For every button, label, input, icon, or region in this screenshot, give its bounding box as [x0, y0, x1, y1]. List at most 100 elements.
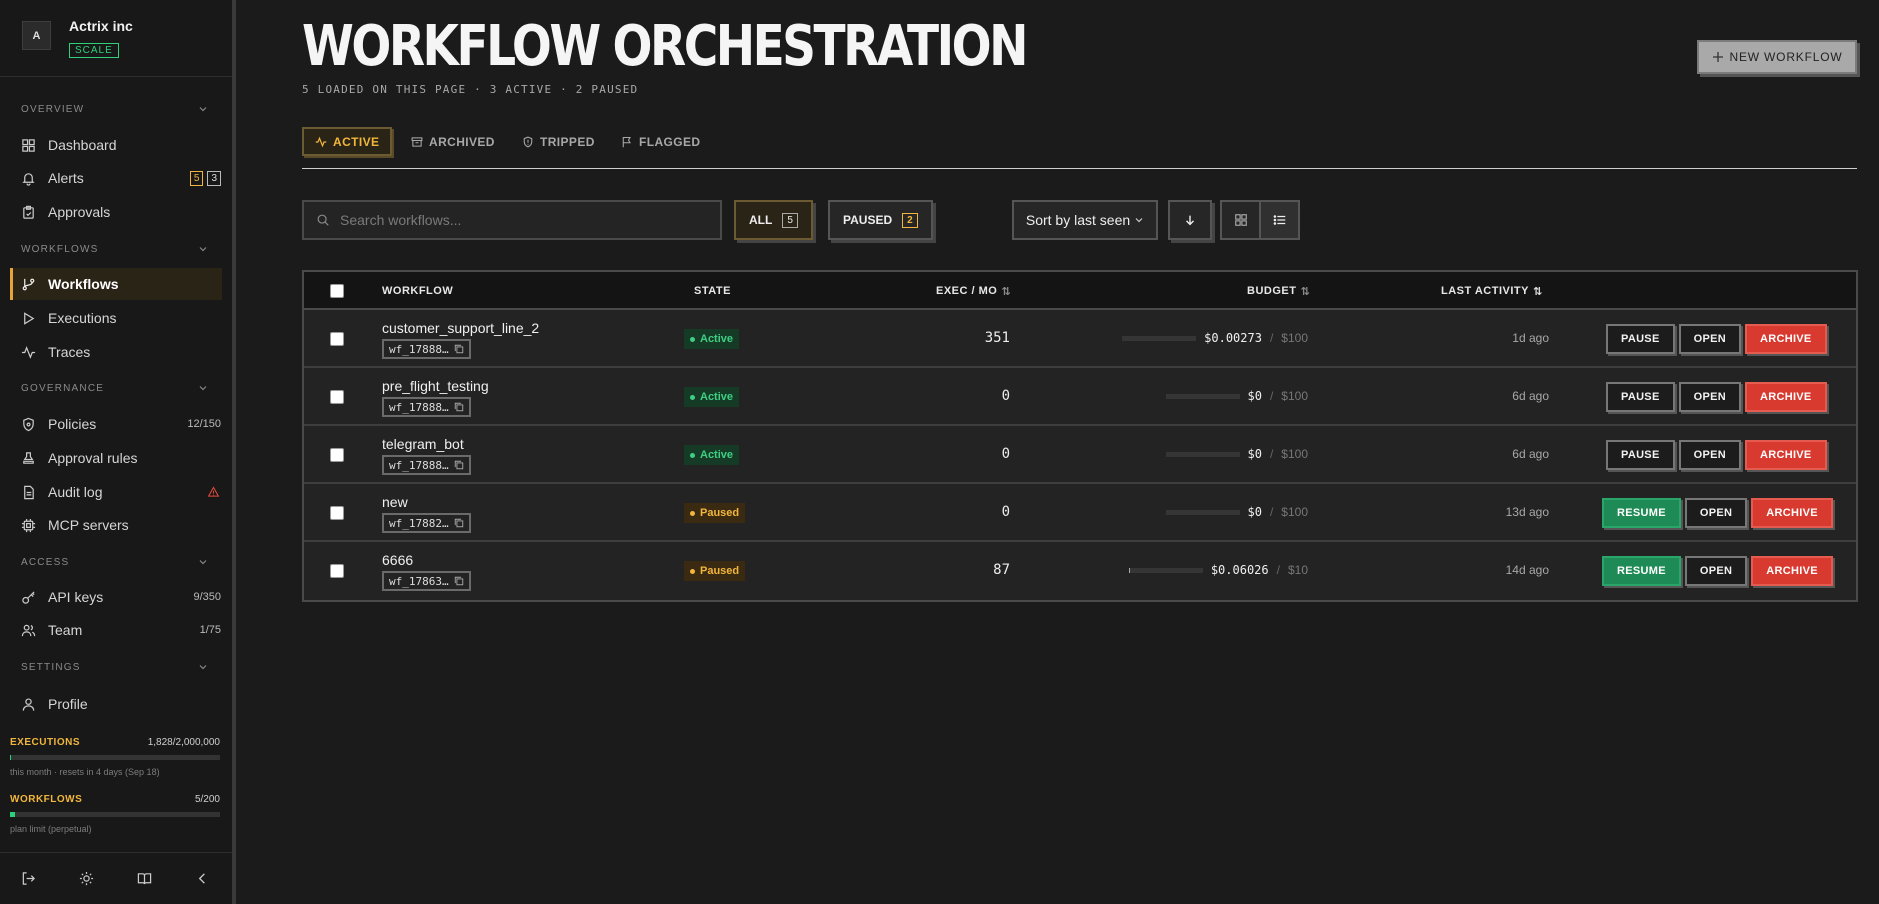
open-button[interactable]: OPEN [1678, 440, 1741, 470]
sidebar-item-api-keys[interactable]: API keys 9/350 [10, 581, 222, 613]
table-row: pre_flight_testing wf_17888… Active 0 $0… [304, 368, 1856, 426]
list-view-button[interactable] [1259, 202, 1298, 238]
book-icon[interactable] [137, 871, 153, 887]
arrow-down-icon [1186, 215, 1194, 226]
table-row: customer_support_line_2 wf_17888… Active… [304, 310, 1856, 368]
tab-flagged[interactable]: FLAGGED [621, 127, 700, 156]
budget-bar [1128, 567, 1203, 573]
workflow-name[interactable]: pre_flight_testing [382, 378, 489, 394]
status-tabs: ACTIVE ARCHIVED TRIPPED FLAGGED [302, 125, 1857, 169]
budget-separator: / [1269, 447, 1274, 461]
sun-icon[interactable] [79, 871, 95, 887]
open-button[interactable]: OPEN [1684, 498, 1748, 528]
tab-active[interactable]: ACTIVE [302, 127, 393, 156]
column-exec[interactable]: EXEC / MO ⇅ [936, 272, 1011, 310]
row-checkbox[interactable] [330, 448, 344, 462]
row-checkbox[interactable] [330, 506, 344, 520]
org-switcher[interactable]: A Actrix inc SCALE [22, 18, 133, 58]
exec-count: 87 [993, 562, 1010, 578]
open-button[interactable]: OPEN [1684, 556, 1748, 586]
section-governance[interactable]: GOVERNANCE [21, 380, 208, 396]
workflow-name[interactable]: 6666 [382, 552, 413, 568]
select-all-checkbox[interactable] [330, 284, 344, 298]
sidebar-item-mcp-servers[interactable]: MCP servers [10, 509, 222, 541]
row-checkbox[interactable] [330, 332, 344, 346]
section-access[interactable]: ACCESS [21, 554, 208, 570]
table-row: 6666 wf_17863… Paused 87 $0.06026 / $10 … [304, 542, 1856, 600]
section-label: WORKFLOWS [21, 243, 99, 255]
team-count: 1/75 [199, 624, 221, 636]
workflow-id: wf_17882… [389, 516, 449, 530]
archive-button[interactable]: ARCHIVE [1744, 440, 1827, 470]
chevron-down-icon [199, 386, 207, 391]
workflow-name[interactable]: customer_support_line_2 [382, 320, 539, 336]
primary-action-button[interactable]: RESUME [1602, 498, 1681, 528]
column-budget[interactable]: BUDGET ⇅ [1247, 272, 1310, 310]
sidebar-item-approvals[interactable]: Approvals [10, 196, 222, 228]
workflow-id-chip[interactable]: wf_17888… [382, 455, 471, 475]
workflow-name[interactable]: new [382, 494, 408, 510]
section-overview[interactable]: OVERVIEW [21, 101, 208, 117]
section-workflows[interactable]: WORKFLOWS [21, 241, 208, 257]
sort-select[interactable]: Sort by last seen [1012, 200, 1158, 240]
open-button[interactable]: OPEN [1678, 324, 1741, 354]
workflow-id-chip[interactable]: wf_17888… [382, 339, 471, 359]
sidebar-item-team[interactable]: Team 1/75 [10, 614, 222, 646]
sidebar-item-profile[interactable]: Profile [10, 688, 222, 720]
row-checkbox[interactable] [330, 564, 344, 578]
open-button[interactable]: OPEN [1678, 382, 1741, 412]
workflow-name[interactable]: telegram_bot [382, 436, 464, 452]
column-last-activity[interactable]: LAST ACTIVITY ⇅ [1441, 272, 1543, 310]
archive-button[interactable]: ARCHIVE [1744, 324, 1827, 354]
filter-all-button[interactable]: ALL 5 [734, 200, 813, 240]
chevron-down-icon [199, 247, 207, 252]
primary-action-button[interactable]: RESUME [1602, 556, 1681, 586]
row-checkbox[interactable] [330, 390, 344, 404]
tab-archived[interactable]: ARCHIVED [411, 127, 495, 156]
new-workflow-button[interactable]: NEW WORKFLOW [1697, 40, 1857, 74]
sidebar-item-label: Team [48, 622, 83, 638]
sidebar-item-approval-rules[interactable]: Approval rules [10, 442, 222, 474]
column-label: BUDGET [1247, 285, 1297, 297]
logout-icon[interactable] [21, 871, 37, 887]
grid-view-button[interactable] [1222, 202, 1259, 238]
budget-cell: $0 / $100 [1165, 389, 1308, 403]
primary-action-button[interactable]: PAUSE [1606, 382, 1675, 412]
clipboard-check-icon [23, 205, 34, 219]
sidebar-item-label: Profile [48, 696, 88, 712]
primary-action-button[interactable]: PAUSE [1606, 324, 1675, 354]
last-activity: 14d ago [1505, 563, 1549, 577]
tab-tripped[interactable]: TRIPPED [522, 127, 595, 156]
sidebar-item-policies[interactable]: Policies 12/150 [10, 408, 222, 440]
archive-button[interactable]: ARCHIVE [1744, 382, 1827, 412]
workflow-id-chip[interactable]: wf_17882… [382, 513, 471, 533]
search-box[interactable] [302, 200, 722, 240]
sidebar-item-label: Executions [48, 310, 117, 326]
sidebar-item-dashboard[interactable]: Dashboard [10, 129, 222, 161]
primary-action-button[interactable]: PAUSE [1606, 440, 1675, 470]
table-row: new wf_17882… Paused 0 $0 / $100 13d ago… [304, 484, 1856, 542]
sidebar-item-alerts[interactable]: Alerts 5 3 [10, 162, 222, 194]
stamp-icon [23, 451, 34, 464]
sort-direction-button[interactable] [1168, 200, 1212, 240]
sidebar-item-traces[interactable]: Traces [10, 336, 222, 368]
sidebar-item-executions[interactable]: Executions [10, 302, 222, 334]
archive-button[interactable]: ARCHIVE [1751, 498, 1833, 528]
tab-label: TRIPPED [540, 134, 595, 149]
search-input[interactable] [340, 212, 700, 228]
activity-icon [21, 345, 36, 359]
row-actions: RESUME OPEN ARCHIVE [1602, 556, 1833, 586]
sidebar-item-audit-log[interactable]: Audit log [10, 476, 222, 508]
workflow-id-chip[interactable]: wf_17888… [382, 397, 471, 417]
section-settings[interactable]: SETTINGS [21, 659, 208, 675]
sidebar-divider [0, 76, 232, 77]
workflow-id-chip[interactable]: wf_17863… [382, 571, 471, 591]
table-row: telegram_bot wf_17888… Active 0 $0 / $10… [304, 426, 1856, 484]
archive-button[interactable]: ARCHIVE [1751, 556, 1833, 586]
bell-icon [22, 172, 35, 186]
filter-paused-button[interactable]: PAUSED 2 [828, 200, 933, 240]
budget-amount: $0 [1247, 389, 1262, 403]
flag-icon [622, 136, 631, 147]
chevron-left-icon[interactable] [195, 871, 211, 887]
sidebar-item-workflows[interactable]: Workflows [10, 268, 222, 300]
